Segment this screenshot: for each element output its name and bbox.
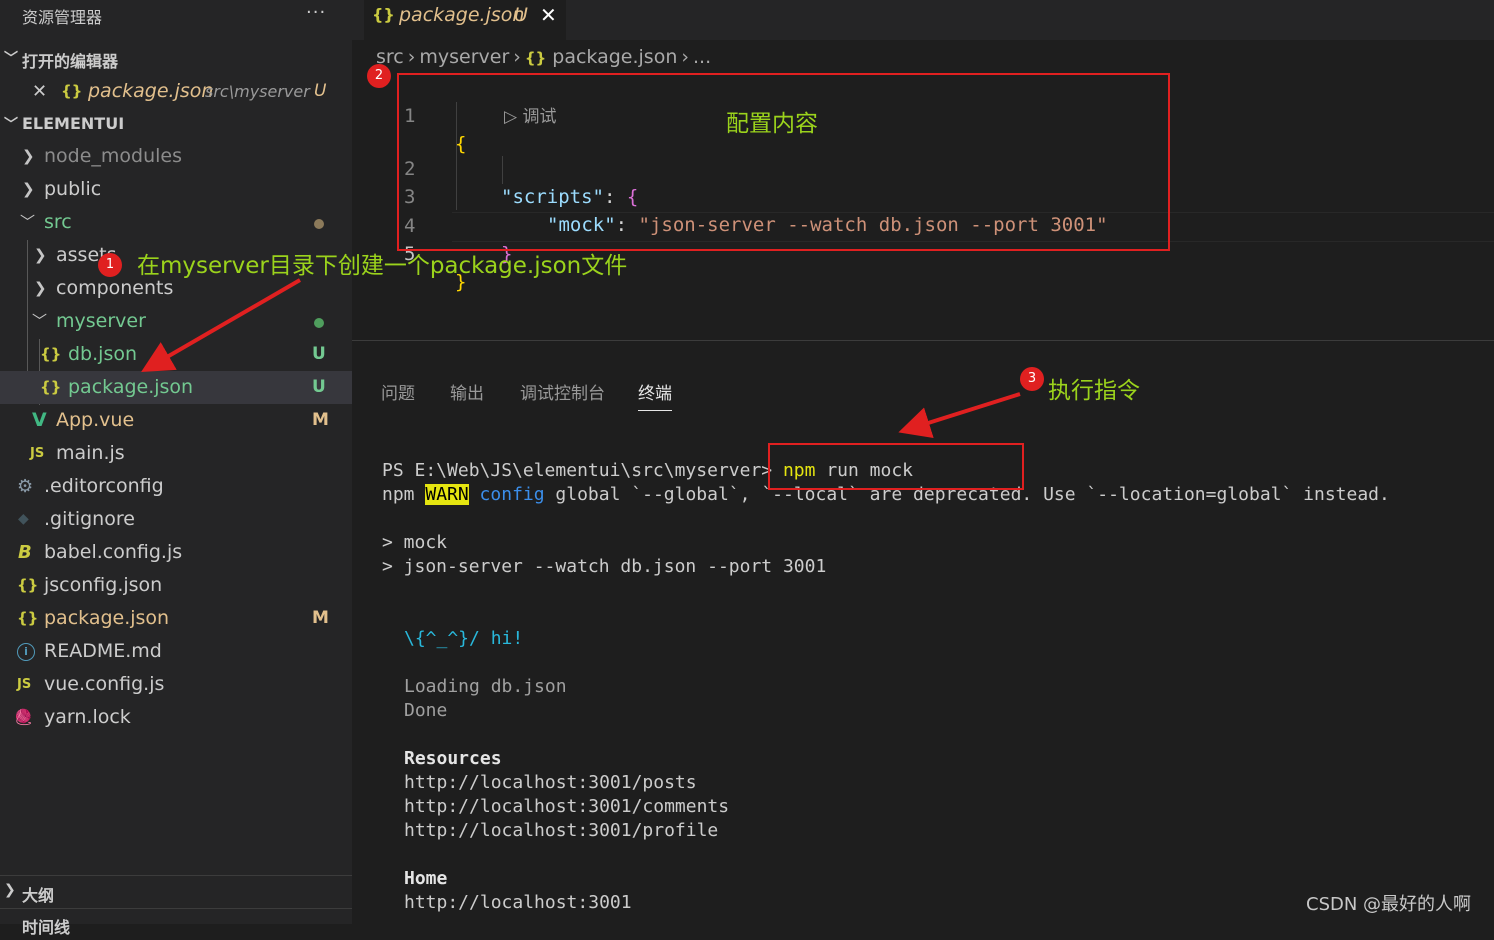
arrow-to-package-json [141, 278, 302, 373]
watermark: CSDN @最好的人啊 [1306, 894, 1472, 915]
arrow-to-command [898, 392, 1021, 439]
annotation-arrows [141, 278, 1021, 439]
